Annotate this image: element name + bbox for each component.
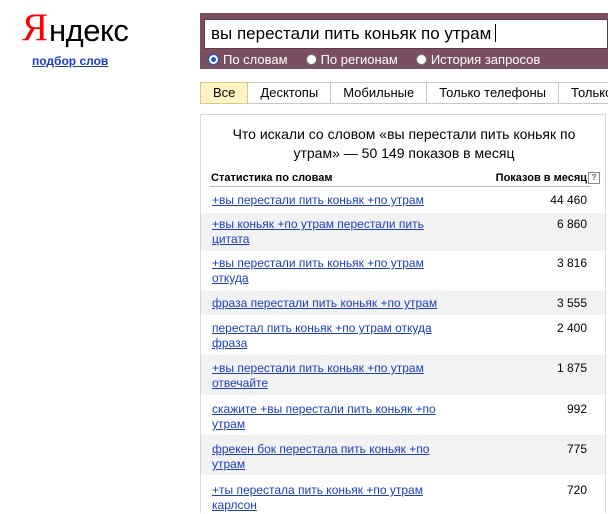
device-tabs: Все Десктопы Мобильные Только телефоны Т… xyxy=(200,82,608,104)
query-link[interactable]: +ты перестала пить коньяк +по утрам карл… xyxy=(212,483,452,513)
tab-mobile[interactable]: Мобильные xyxy=(331,82,428,104)
radio-label: По словам xyxy=(223,51,288,67)
query-count: 1 875 xyxy=(556,361,587,375)
text-caret xyxy=(495,24,497,42)
search-input[interactable]: вы перестали пить коньяк по утрам xyxy=(204,19,608,49)
query-link[interactable]: фраза перестали пить коньяк +по утрам xyxy=(212,296,452,311)
search-mode-group: По словам По регионам История запросов xyxy=(208,51,558,67)
radio-unselected-icon xyxy=(415,53,427,65)
column-header-shows: Показов в месяц xyxy=(495,172,587,184)
wordstat-link[interactable]: подбор слов xyxy=(32,54,108,68)
radio-query-history[interactable]: История запросов xyxy=(415,51,541,67)
query-count: 775 xyxy=(566,442,587,456)
table-row: +вы перестали пить коньяк +по утрам отку… xyxy=(201,251,605,291)
tab-phones-only[interactable]: Только телефоны xyxy=(427,82,560,104)
query-count: 992 xyxy=(566,402,587,416)
query-link[interactable]: перестал пить коньяк +по утрам откуда фр… xyxy=(212,321,452,351)
table-row: перестал пить коньяк +по утрам откуда фр… xyxy=(201,315,605,355)
radio-by-words[interactable]: По словам xyxy=(208,51,288,67)
search-query: вы перестали пить коньяк по утрам xyxy=(211,24,492,43)
table-row: фраза перестали пить коньяк +по утрам 3 … xyxy=(201,291,605,315)
column-header-words: Статистика по словам xyxy=(211,172,333,184)
yandex-logo[interactable]: Я ндекс xyxy=(22,6,129,50)
query-count: 6 860 xyxy=(556,217,587,231)
query-link[interactable]: +вы перестали пить коньяк +по утрам xyxy=(212,193,452,208)
results-title: Что искали со словом «вы перестали пить … xyxy=(232,126,576,161)
table-row: фрекен бок перестала пить коньяк +по утр… xyxy=(201,435,605,475)
query-link[interactable]: +вы перестали пить коньяк +по утрам отве… xyxy=(212,361,452,391)
query-link[interactable]: +вы коньяк +по утрам перестали пить цита… xyxy=(212,217,452,247)
table-row: +вы коньяк +по утрам перестали пить цита… xyxy=(201,213,605,251)
tab-tablets-only[interactable]: Только xyxy=(559,82,608,104)
radio-unselected-icon xyxy=(305,53,317,65)
radio-label: История запросов xyxy=(430,51,541,67)
query-count: 44 460 xyxy=(550,193,587,207)
query-count: 3 816 xyxy=(556,256,587,270)
query-count: 3 555 xyxy=(556,296,587,310)
table-row: скажите +вы перестали пить коньяк +по ут… xyxy=(201,395,605,435)
query-count: 2 400 xyxy=(556,321,587,335)
search-panel: вы перестали пить коньяк по утрам По сло… xyxy=(200,13,608,69)
results-panel: Что искали со словом «вы перестали пить … xyxy=(200,114,606,513)
table-row: +ты перестала пить коньяк +по утрам карл… xyxy=(201,475,605,514)
table-row: +вы перестали пить коньяк +по утрам отве… xyxy=(201,355,605,395)
table-row: +вы перестали пить коньяк +по утрам 44 4… xyxy=(201,191,605,213)
tab-all[interactable]: Все xyxy=(200,82,249,104)
radio-selected-icon xyxy=(208,53,219,65)
radio-by-regions[interactable]: По регионам xyxy=(305,51,398,67)
header-divider xyxy=(209,186,591,187)
query-link[interactable]: +вы перестали пить коньяк +по утрам отку… xyxy=(212,256,452,286)
radio-label: По регионам xyxy=(320,51,398,67)
logo-letter-ya: Я xyxy=(22,6,49,49)
tab-desktops[interactable]: Десктопы xyxy=(248,82,332,104)
query-count: 720 xyxy=(566,483,587,497)
help-icon[interactable]: ? xyxy=(588,172,600,184)
query-link[interactable]: скажите +вы перестали пить коньяк +по ут… xyxy=(212,402,452,432)
query-link[interactable]: фрекен бок перестала пить коньяк +по утр… xyxy=(212,442,452,472)
logo-text: ндекс xyxy=(49,13,129,48)
